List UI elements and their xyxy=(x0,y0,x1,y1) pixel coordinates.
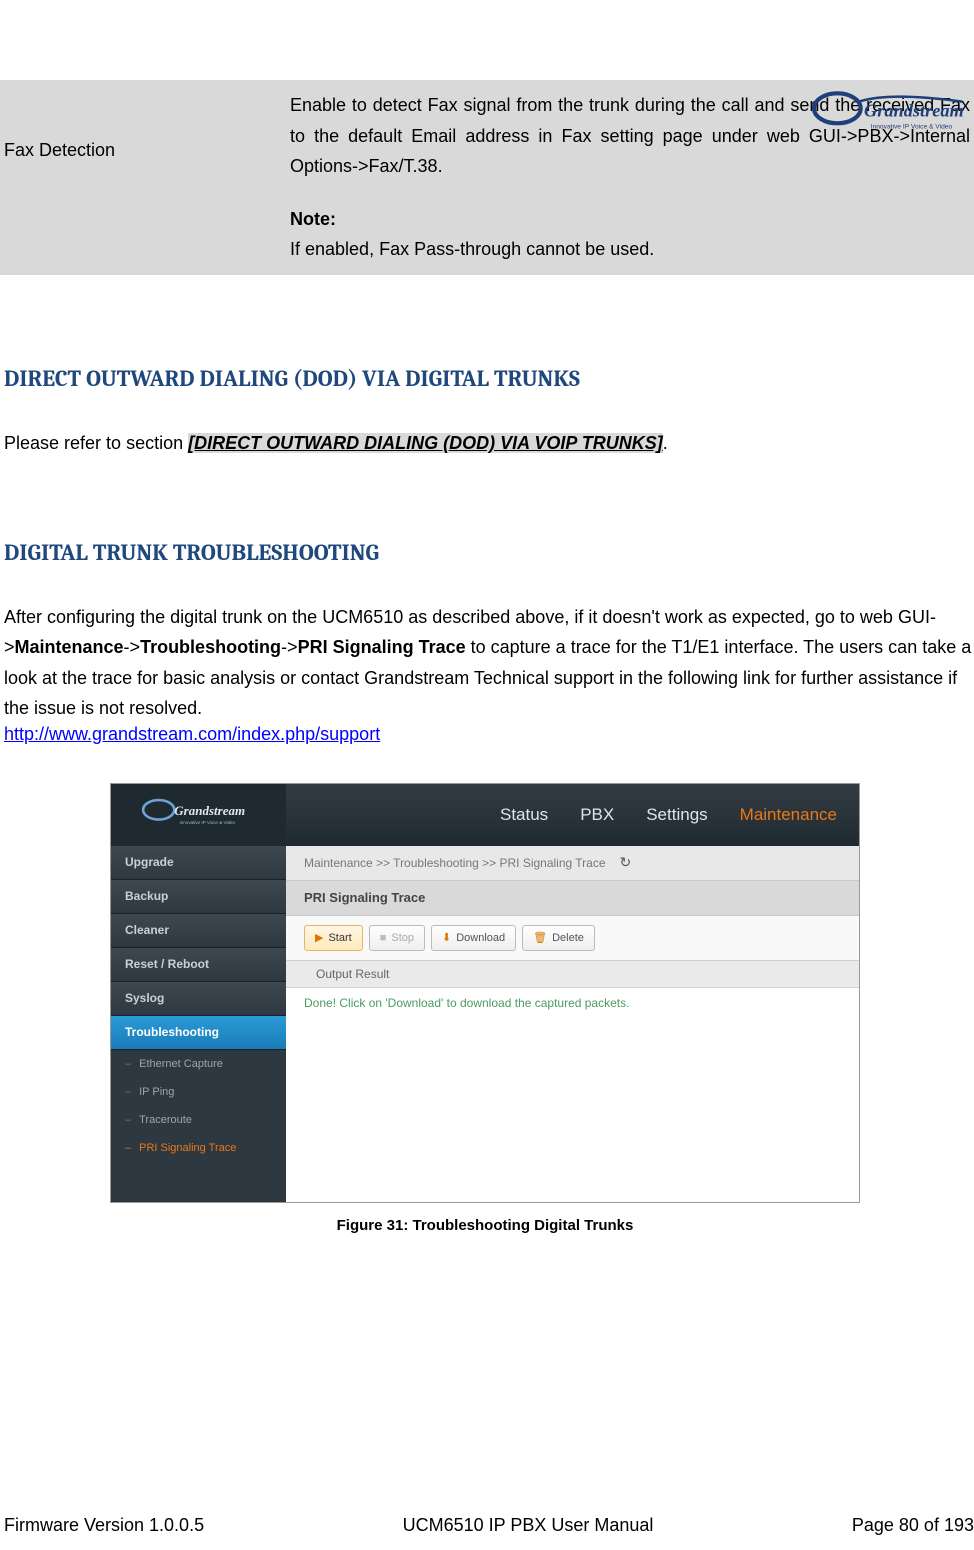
p2b: Maintenance xyxy=(15,637,124,657)
ui-screenshot: Grandstream Innovative IP Voice & Video … xyxy=(110,783,860,1203)
topnav-settings[interactable]: Settings xyxy=(646,805,707,825)
play-icon: ▶ xyxy=(315,931,323,944)
sidebar-item-reset-reboot[interactable]: Reset / Reboot xyxy=(111,948,286,982)
topnav-pbx[interactable]: PBX xyxy=(580,805,614,825)
svg-text:Innovative IP Voice & Video: Innovative IP Voice & Video xyxy=(179,820,235,825)
p2d: Troubleshooting xyxy=(140,637,281,657)
breadcrumb-text: Maintenance >> Troubleshooting >> PRI Si… xyxy=(304,856,606,870)
main-panel: Status PBX Settings Maintenance Maintena… xyxy=(286,784,859,1202)
download-label: Download xyxy=(456,932,505,944)
trash-icon: 🗑 xyxy=(533,931,547,944)
stop-label: Stop xyxy=(391,932,414,944)
svg-text:Grandstream: Grandstream xyxy=(864,101,964,121)
p2f: PRI Signaling Trace xyxy=(298,637,466,657)
brand-logo: Grandstream Innovative IP Voice & Video xyxy=(794,90,974,145)
download-icon: ⬇ xyxy=(442,931,451,944)
figure-caption: Figure 31: Troubleshooting Digital Trunk… xyxy=(110,1217,860,1234)
sidebar-item-backup[interactable]: Backup xyxy=(111,880,286,914)
sidebar-item-syslog[interactable]: Syslog xyxy=(111,982,286,1016)
p1-suffix: . xyxy=(663,433,668,453)
troubleshooting-paragraph: After configuring the digital trunk on t… xyxy=(0,602,974,724)
stop-icon: ■ xyxy=(380,932,387,944)
p2c: -> xyxy=(124,637,141,657)
breadcrumb: Maintenance >> Troubleshooting >> PRI Si… xyxy=(286,846,859,880)
topnav-maintenance[interactable]: Maintenance xyxy=(740,805,837,825)
topnav-status[interactable]: Status xyxy=(500,805,548,825)
delete-button[interactable]: 🗑 Delete xyxy=(522,925,595,951)
heading-dod: DIRECT OUTWARD DIALING (DOD) VIA DIGITAL… xyxy=(0,365,974,392)
sub-pri-signaling-trace[interactable]: PRI Signaling Trace xyxy=(111,1134,286,1162)
sub-ethernet-capture[interactable]: Ethernet Capture xyxy=(111,1050,286,1078)
screenshot-container: Grandstream Innovative IP Voice & Video … xyxy=(110,783,860,1234)
sub-ip-ping[interactable]: IP Ping xyxy=(111,1078,286,1106)
page-footer: Firmware Version 1.0.0.5 UCM6510 IP PBX … xyxy=(4,1515,974,1536)
sidebar-logo: Grandstream Innovative IP Voice & Video xyxy=(111,784,286,846)
top-nav: Status PBX Settings Maintenance xyxy=(286,784,859,846)
footer-page: Page 80 of 193 xyxy=(852,1515,974,1536)
footer-title: UCM6510 IP PBX User Manual xyxy=(403,1515,654,1536)
sidebar-item-cleaner[interactable]: Cleaner xyxy=(111,914,286,948)
delete-label: Delete xyxy=(552,932,584,944)
note-label: Note: xyxy=(290,204,970,235)
dod-voip-link[interactable]: [DIRECT OUTWARD DIALING (DOD) VIA VOIP T… xyxy=(188,433,663,453)
note-body: If enabled, Fax Pass-through cannot be u… xyxy=(290,239,654,259)
sidebar: Grandstream Innovative IP Voice & Video … xyxy=(111,784,286,1202)
svg-text:Grandstream: Grandstream xyxy=(174,803,245,818)
refresh-icon[interactable]: ↻ xyxy=(620,854,632,871)
sidebar-item-troubleshooting[interactable]: Troubleshooting xyxy=(111,1016,286,1050)
svg-text:Innovative IP Voice & Video: Innovative IP Voice & Video xyxy=(871,123,953,130)
sub-traceroute[interactable]: Traceroute xyxy=(111,1106,286,1134)
start-button[interactable]: ▶ Start xyxy=(304,925,363,951)
stop-button[interactable]: ■ Stop xyxy=(369,925,425,951)
p2e: -> xyxy=(281,637,298,657)
sidebar-item-upgrade[interactable]: Upgrade xyxy=(111,846,286,880)
output-body: Done! Click on 'Download' to download th… xyxy=(286,988,859,1010)
start-label: Start xyxy=(328,932,351,944)
toolbar: ▶ Start ■ Stop ⬇ Download 🗑 Delete xyxy=(286,916,859,960)
heading-troubleshooting: DIGITAL TRUNK TROUBLESHOOTING xyxy=(0,539,974,566)
footer-firmware: Firmware Version 1.0.0.5 xyxy=(4,1515,204,1536)
panel-title: PRI Signaling Trace xyxy=(286,880,859,916)
p1-prefix: Please refer to section xyxy=(4,433,188,453)
download-button[interactable]: ⬇ Download xyxy=(431,925,516,951)
table-label: Fax Detection xyxy=(0,80,280,275)
support-url-link[interactable]: http://www.grandstream.com/index.php/sup… xyxy=(0,724,380,745)
output-header: Output Result xyxy=(286,960,859,988)
dod-paragraph: Please refer to section [DIRECT OUTWARD … xyxy=(0,428,974,459)
